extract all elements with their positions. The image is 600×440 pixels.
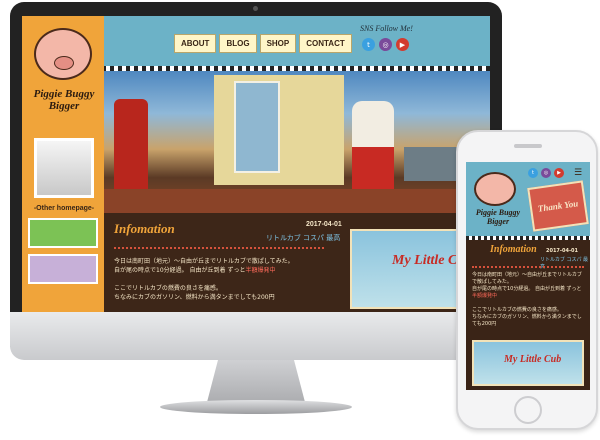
pig-logo-icon [34,28,92,80]
mobile-checker-divider [466,236,590,240]
nav-shop[interactable]: SHOP [259,34,297,53]
logo-line-2: Bigger [48,100,80,112]
mobile-body-highlight: 半額爆発中 [472,293,498,299]
desktop-site-screen: ABOUT BLOG SHOP CONTACT SNS Follow Me! t… [22,16,490,312]
pig-logo-icon [474,172,516,206]
mobile-thumbnail-title: My Little Cub [504,354,562,365]
other-homepage-banner-2[interactable] [28,254,98,284]
dotted-divider [114,247,324,249]
hamburger-menu-icon[interactable]: ☰ [574,168,582,178]
mobile-post-thumbnail[interactable]: My Little Cub [472,340,584,386]
iphone-frame: t ◎ ▶ ☰ Piggie Buggy Bigger Thank You In… [456,130,598,430]
portrait-image [34,138,94,198]
body-highlight: 半額爆発中 [245,267,276,274]
youtube-icon[interactable]: ▶ [396,38,409,51]
hero-gas-pump-red [114,99,148,199]
mobile-body-line-4: ちなみにカブのガソリン、燃料から満タンまでしても200円 [472,314,582,327]
other-homepage-label: -Other homepage- [33,205,95,212]
body-line-2: 自が尾の時点で10分経過。 自由が丘到着 ずっと [114,267,246,274]
mobile-logo-line-1: Piggie Buggy [475,208,521,217]
mobile-info-title: Infomation [490,244,537,255]
site-logo[interactable]: Piggie Buggy Bigger [24,18,104,136]
mobile-logo[interactable]: Piggie Buggy Bigger [468,168,528,234]
hero-ground [104,189,490,213]
twitter-icon[interactable]: t [362,38,375,51]
post-body: 今日は南町田（地元）～自由が丘までリトルカブで散ぱしてみた。 自が尾の時点で10… [114,257,334,302]
twitter-icon[interactable]: t [528,168,538,178]
other-homepage-banner-1[interactable] [28,218,98,248]
mobile-site-screen: t ◎ ▶ ☰ Piggie Buggy Bigger Thank You In… [466,162,590,390]
logo-line-1: Piggie Buggy [33,88,95,100]
youtube-icon[interactable]: ▶ [554,168,564,178]
nav-blog[interactable]: BLOG [219,34,257,53]
sidebar: Piggie Buggy Bigger -Other homepage- [22,16,104,312]
imac-foot [160,400,352,414]
info-section: Infomation 2017-04-01 リトルカブ コスパ 最高 今日は南町… [104,213,490,312]
main-nav: ABOUT BLOG SHOP CONTACT [174,34,352,53]
imac-chin [10,312,502,360]
instagram-icon[interactable]: ◎ [379,38,392,51]
hero-image [104,71,490,213]
mobile-post-date: 2017-04-01 [546,248,578,254]
body-line-4: ちなみにカブのガソリン、燃料から満タンまでしても200円 [114,294,275,301]
mobile-body-line-1: 今日は南町田（地元）～自由が丘までリトルカブで散ぱしてみた。 [472,272,582,285]
device-mockup-stage: ABOUT BLOG SHOP CONTACT SNS Follow Me! t… [0,0,600,440]
body-line-3: ここでリトルカブの燃費の良さを痛感。 [114,285,222,292]
mobile-post-body: 今日は南町田（地元）～自由が丘までリトルカブで散ぱしてみた。 自が尾の時点で10… [472,272,586,328]
body-line-1: 今日は南町田（地元）～自由が丘までリトルカブで散ぱしてみた。 [114,258,294,265]
sns-title: SNS Follow Me! [360,24,413,33]
hero-door [234,81,280,173]
post-title-link[interactable]: リトルカブ コスパ 最高 [266,233,340,243]
thank-you-sign: Thank You [527,180,589,232]
mobile-logo-text: Piggie Buggy Bigger [468,208,528,226]
nav-about[interactable]: ABOUT [174,34,217,53]
phone-speaker [514,144,542,148]
nav-contact[interactable]: CONTACT [299,34,352,53]
mobile-dotted-divider [472,266,584,268]
info-title: Infomation [114,221,175,236]
mobile-body-line-2: 自が尾の時点で10分経過。 自由が丘到着 ずっと [472,286,582,292]
camera-icon [253,6,258,11]
post-date: 2017-04-01 [306,221,342,228]
sns-links: t ◎ ▶ [362,38,409,51]
mobile-body-line-3: ここでリトルカブの燃費の良さを痛感。 [472,307,562,313]
home-button[interactable] [514,396,542,424]
mobile-sns-links: t ◎ ▶ [528,168,564,178]
logo-text: Piggie Buggy Bigger [24,88,104,112]
mobile-logo-line-2: Bigger [486,217,510,226]
instagram-icon[interactable]: ◎ [541,168,551,178]
